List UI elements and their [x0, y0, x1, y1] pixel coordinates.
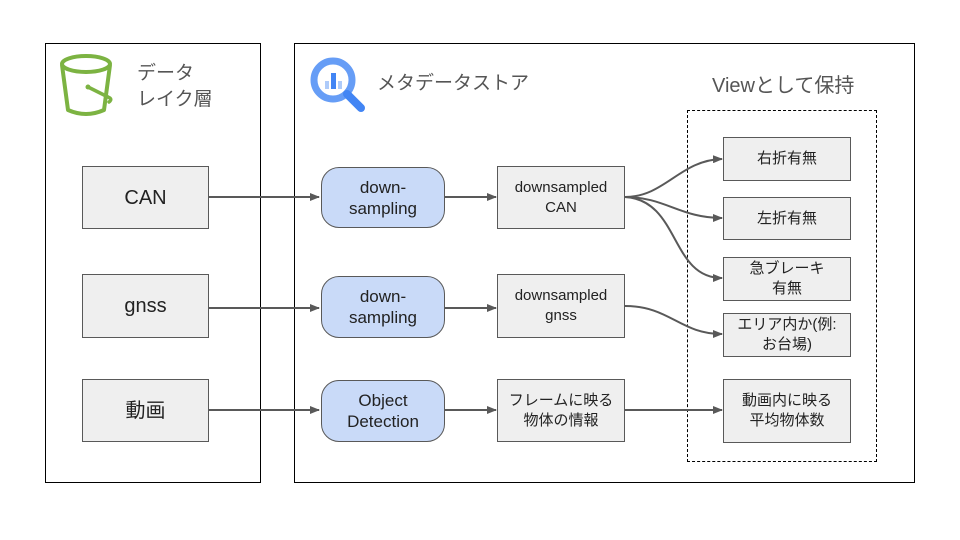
view-right-turn[interactable]: 右折有無	[723, 137, 851, 181]
source-can[interactable]: CAN	[82, 166, 209, 229]
view-avg-objects[interactable]: 動画内に映る 平均物体数	[723, 379, 851, 443]
arrow-can-to-right-turn	[624, 155, 723, 198]
view-left-turn[interactable]: 左折有無	[723, 197, 851, 240]
arrow-can-to-brake	[624, 196, 723, 282]
process-object-detection[interactable]: Object Detection	[321, 380, 445, 442]
output-downsampled-can[interactable]: downsampled CAN	[497, 166, 625, 229]
arrow-gnss-to-area	[624, 305, 723, 338]
source-video[interactable]: 動画	[82, 379, 209, 442]
process-downsampling-gnss[interactable]: down- sampling	[321, 276, 445, 338]
output-downsampled-gnss[interactable]: downsampled gnss	[497, 274, 625, 338]
source-gnss[interactable]: gnss	[82, 274, 209, 338]
view-in-area[interactable]: エリア内か(例: お台場)	[723, 313, 851, 357]
view-sudden-brake[interactable]: 急ブレーキ 有無	[723, 257, 851, 301]
output-frame-objects[interactable]: フレームに映る 物体の情報	[497, 379, 625, 442]
process-downsampling-can[interactable]: down- sampling	[321, 167, 445, 228]
